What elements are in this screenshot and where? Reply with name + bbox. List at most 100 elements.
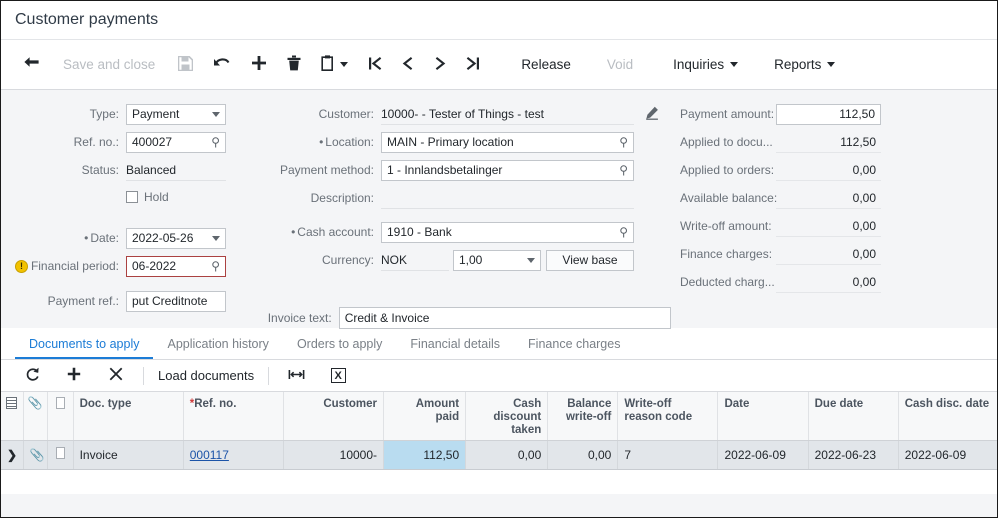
chevron-down-icon bbox=[827, 62, 836, 67]
delete-record-button[interactable] bbox=[277, 48, 311, 82]
clipboard-menu-button[interactable] bbox=[311, 48, 358, 82]
cell-write-off-reason-code[interactable]: 7 bbox=[617, 440, 719, 470]
search-icon[interactable]: ⚲ bbox=[619, 225, 628, 239]
main-toolbar: Save and close Release Void Inquiries Re… bbox=[1, 39, 997, 90]
save-button[interactable] bbox=[168, 48, 203, 82]
refresh-icon bbox=[25, 367, 40, 385]
date-header[interactable]: Date bbox=[717, 392, 809, 441]
grid-empty-area bbox=[1, 469, 997, 494]
first-record-button[interactable] bbox=[358, 48, 392, 82]
type-select[interactable]: Payment bbox=[126, 103, 226, 125]
location-input[interactable]: MAIN - Primary location ⚲ bbox=[381, 131, 634, 153]
invoice-text-input[interactable]: Credit & Invoice bbox=[338, 307, 671, 329]
row-attachment-cell[interactable]: 📎 bbox=[23, 440, 48, 470]
payment-amount-input[interactable]: 112,50 bbox=[776, 103, 881, 125]
financial-period-row: ! Financial period: 06-2022 ⚲ bbox=[1, 252, 241, 280]
table-row[interactable]: ❯ 📎 Invoice 000117 10000- 112,50 0,00 0,… bbox=[1, 440, 997, 470]
export-excel-button[interactable]: X bbox=[317, 363, 359, 389]
write-off-reason-code-header[interactable]: Write-off reason code bbox=[617, 392, 719, 441]
fit-columns-button[interactable] bbox=[275, 363, 317, 389]
previous-record-button[interactable] bbox=[392, 48, 424, 82]
release-button[interactable]: Release bbox=[508, 48, 584, 82]
cell-customer: 10000- bbox=[283, 440, 385, 470]
page-title: Customer payments bbox=[15, 11, 159, 28]
customer-header[interactable]: Customer bbox=[283, 392, 385, 441]
reports-menu[interactable]: Reports bbox=[761, 48, 848, 82]
undo-button[interactable] bbox=[203, 48, 241, 82]
cash-disc-date-header[interactable]: Cash disc. date bbox=[898, 392, 997, 441]
due-date-header[interactable]: Due date bbox=[808, 392, 899, 441]
payment-method-row: Payment method: 1 - Innlandsbetalinger ⚲ bbox=[251, 156, 671, 184]
void-label: Void bbox=[606, 57, 634, 72]
view-base-button[interactable]: View base bbox=[546, 249, 634, 271]
finance-charges-row: Finance charges: 0,00 bbox=[671, 240, 991, 268]
inquiries-menu[interactable]: Inquiries bbox=[660, 48, 751, 82]
cash-account-input[interactable]: 1910 - Bank ⚲ bbox=[381, 221, 634, 243]
payment-method-input[interactable]: 1 - Innlandsbetalinger ⚲ bbox=[381, 159, 634, 181]
load-documents-button[interactable]: Load documents bbox=[150, 363, 262, 389]
balance-write-off-header[interactable]: Balance write-off bbox=[547, 392, 619, 441]
toolbar-divider bbox=[143, 366, 144, 385]
cash-discount-taken-header[interactable]: Cash discount taken bbox=[465, 392, 549, 441]
column-selector-header[interactable] bbox=[1, 392, 24, 441]
description-label: Description: bbox=[310, 191, 374, 205]
void-button[interactable]: Void bbox=[594, 48, 646, 82]
doc-type-header[interactable]: Doc. type bbox=[73, 392, 184, 441]
cell-ref-no[interactable]: 000117 bbox=[183, 440, 284, 470]
last-record-button[interactable] bbox=[456, 48, 490, 82]
available-balance-row: Available balance: 0,00 bbox=[671, 184, 991, 212]
cell-balance-write-off[interactable]: 0,00 bbox=[547, 440, 619, 470]
cash-account-row: • Cash account: 1910 - Bank ⚲ bbox=[251, 218, 671, 246]
tab-documents-to-apply[interactable]: Documents to apply bbox=[15, 337, 154, 359]
status-label: Status: bbox=[81, 163, 119, 177]
ref-no-header[interactable]: *Ref. no. bbox=[183, 392, 284, 441]
search-icon[interactable]: ⚲ bbox=[211, 259, 220, 273]
row-selector-cell[interactable]: ❯ bbox=[1, 440, 24, 470]
add-record-button[interactable] bbox=[241, 48, 277, 82]
next-record-button[interactable] bbox=[424, 48, 456, 82]
payment-ref-input[interactable]: put Creditnote bbox=[126, 290, 226, 312]
grid-add-row-button[interactable] bbox=[53, 363, 95, 389]
search-icon[interactable]: ⚲ bbox=[211, 135, 220, 149]
search-icon[interactable]: ⚲ bbox=[619, 163, 628, 177]
description-value[interactable] bbox=[381, 188, 634, 209]
documents-to-apply-grid: 📎 Doc. type *Ref. no. Customer Amount pa… bbox=[1, 392, 997, 494]
hold-checkbox[interactable]: Hold bbox=[126, 185, 169, 209]
location-value: MAIN - Primary location bbox=[387, 135, 514, 149]
tab-application-history[interactable]: Application history bbox=[153, 337, 282, 359]
type-label: Type: bbox=[89, 107, 119, 121]
amount-paid-header[interactable]: Amount paid bbox=[383, 392, 467, 441]
cell-cash-discount-taken[interactable]: 0,00 bbox=[465, 440, 549, 470]
cell-amount-paid[interactable]: 112,50 bbox=[383, 440, 467, 470]
load-documents-label: Load documents bbox=[158, 368, 255, 383]
payment-method-value: 1 - Innlandsbetalinger bbox=[387, 163, 503, 177]
applied-to-orders-value: 0,00 bbox=[776, 160, 881, 181]
currency-value[interactable]: NOK bbox=[381, 250, 449, 271]
ref-no-input[interactable]: 400027 ⚲ bbox=[126, 131, 226, 153]
required-marker: • bbox=[319, 135, 324, 149]
grid-delete-row-button[interactable] bbox=[95, 363, 137, 389]
checkbox-icon bbox=[126, 191, 138, 203]
back-button[interactable] bbox=[13, 48, 50, 82]
view-base-label: View base bbox=[562, 253, 618, 267]
invoice-text-label: Invoice text: bbox=[267, 311, 332, 325]
cell-doc-type: Invoice bbox=[73, 440, 184, 470]
save-and-close-button[interactable]: Save and close bbox=[50, 48, 168, 82]
tab-orders-to-apply[interactable]: Orders to apply bbox=[283, 337, 396, 359]
plus-icon bbox=[67, 367, 81, 384]
date-input[interactable]: 2022-05-26 bbox=[126, 227, 226, 249]
toolbar-divider bbox=[268, 366, 270, 385]
financial-period-input[interactable]: 06-2022 ⚲ bbox=[126, 255, 226, 277]
fit-columns-icon bbox=[288, 368, 305, 384]
tab-finance-charges[interactable]: Finance charges bbox=[514, 337, 634, 359]
edit-customer-icon[interactable] bbox=[645, 106, 659, 123]
tab-financial-details[interactable]: Financial details bbox=[396, 337, 514, 359]
column-config-icon bbox=[6, 397, 18, 409]
currency-rate-select[interactable]: 1,00 bbox=[453, 249, 541, 271]
row-note-cell[interactable] bbox=[47, 440, 74, 470]
ref-no-link[interactable]: 000117 bbox=[190, 448, 229, 462]
search-icon[interactable]: ⚲ bbox=[619, 135, 628, 149]
tab-label: Financial details bbox=[410, 337, 501, 351]
grid-refresh-button[interactable] bbox=[11, 363, 53, 389]
cell-cash-disc-date: 2022-06-09 bbox=[898, 440, 997, 470]
